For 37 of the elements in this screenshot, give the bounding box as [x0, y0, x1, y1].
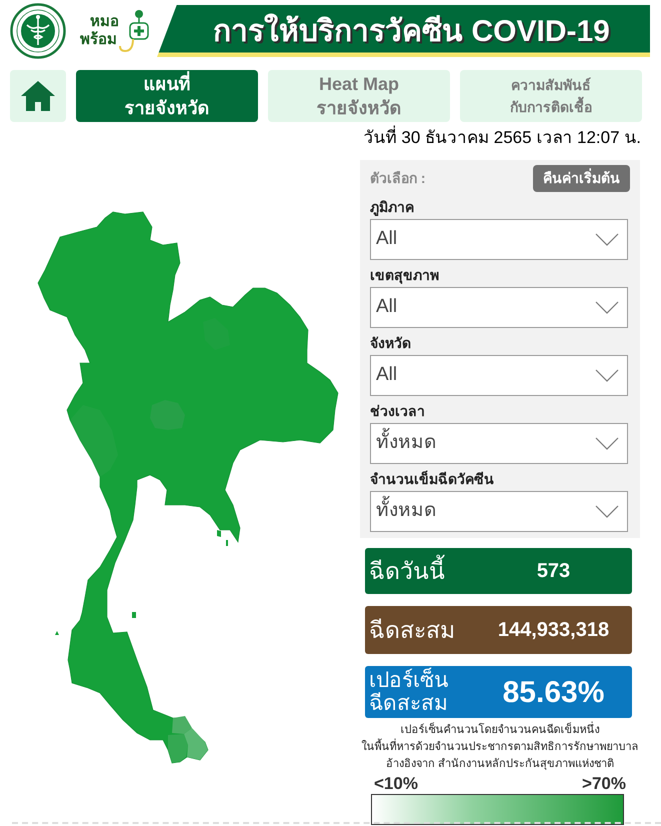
legend-max-label: >70% — [582, 775, 626, 792]
footnote: เปอร์เซ็นคำนวนโดยจำนวนคนฉีดเข็มหนึ่ง ในพื้นที่หารด้วยจำนวนประชากรตามสิทธิการรักษาพยาบาล อ้างอิงจาก สำนักงานหลักประกันสุขภาพแห่งชาติ — [360, 722, 640, 773]
house-icon — [21, 81, 55, 111]
logo-text: พร้อม — [80, 31, 118, 49]
chevron-down-icon — [595, 233, 619, 246]
dropdown[interactable]: All — [370, 287, 628, 328]
chevron-down-icon — [595, 437, 619, 450]
dropdown[interactable]: All — [370, 355, 628, 396]
chevron-down-icon — [595, 505, 619, 518]
chevron-down-icon — [595, 369, 619, 382]
home-button[interactable] — [10, 70, 66, 122]
nav-tab[interactable]: ความสัมพันธ์ กับการติดเชื้อ — [460, 70, 642, 122]
stat-value: 85.63% — [502, 674, 606, 710]
nav-tab[interactable]: Heat Map รายจังหวัด — [268, 70, 450, 122]
stat-value: 144,933,318 — [496, 618, 610, 643]
dropdown[interactable]: ทั้งหมด — [370, 491, 628, 532]
dropdown[interactable]: ทั้งหมด — [370, 423, 628, 464]
dropdown[interactable]: All — [370, 219, 628, 260]
nav-tab[interactable]: แผนที่ รายจังหวัด — [76, 70, 258, 122]
panel-title: ตัวเลือก : — [370, 168, 426, 188]
stethoscope-plus-icon — [119, 9, 149, 53]
logo-text: หมอ — [90, 13, 119, 31]
chevron-down-icon — [595, 301, 619, 314]
legend-min-label: <10% — [374, 775, 418, 792]
field-label: จำนวนเข็มฉีดวัคซีน — [370, 470, 495, 489]
stat-value: 573 — [536, 559, 572, 584]
page-title: การให้บริการวัคซีน COVID-19 — [213, 12, 610, 50]
field-label: จังหวัด — [370, 334, 412, 353]
update-time: วันที่ 30 ธันวาคม 2565 เวลา 12:07 น. — [364, 125, 641, 151]
field-label: เขตสุขภาพ — [370, 266, 440, 285]
emblem-icon — [10, 3, 66, 59]
stat-label: ฉีดวันนี้ — [369, 554, 479, 588]
stat-label: เปอร์เซ็น ฉีดสะสม — [369, 669, 449, 715]
field-label: ภูมิภาค — [370, 198, 415, 217]
field-label: ช่วงเวลา — [370, 402, 426, 421]
reset-button[interactable]: คืนค่าเริ่มต้น — [533, 164, 630, 192]
stat-label: ฉีดสะสม — [369, 616, 456, 645]
